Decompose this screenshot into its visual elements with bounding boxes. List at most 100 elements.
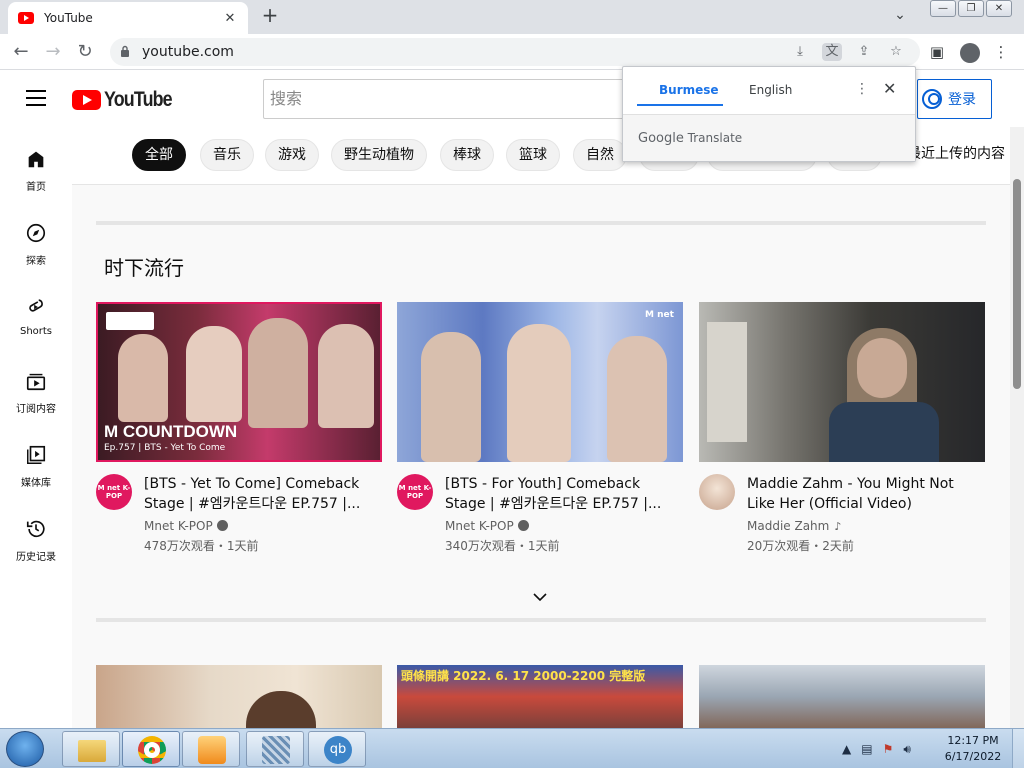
taskbar-qbittorrent-button[interactable]: qb [308, 731, 366, 767]
chip-baseball[interactable]: 棒球 [440, 139, 494, 171]
video-card[interactable]: M net M net K-POP [BTS - For Youth] Come… [397, 302, 683, 562]
window-controls: ⌄ — ❐ ✕ [886, 0, 1012, 28]
back-button[interactable]: ← [8, 39, 34, 65]
media-player-icon [198, 736, 226, 764]
video-card[interactable]: M COUNTDOWN Ep.757 | BTS - Yet To Come M… [96, 302, 382, 562]
translate-icon[interactable]: 文 [822, 43, 842, 61]
tab-search-icon[interactable]: ⌄ [886, 0, 914, 28]
chevron-down-icon[interactable] [532, 589, 548, 605]
video-stats: 20万次观看・2天前 [747, 539, 854, 553]
verified-icon [517, 520, 529, 531]
compass-icon [26, 223, 46, 243]
minimize-button[interactable]: — [930, 0, 956, 17]
reload-button[interactable]: ↻ [72, 39, 98, 65]
more-options-icon[interactable]: ⋮ [855, 81, 869, 97]
video-thumbnail[interactable]: 頭條開講 2022. 6. 17 2000-2200 完整版 [397, 665, 683, 728]
channel-name-text: Mnet K-POP [144, 519, 213, 533]
chip-all[interactable]: 全部 [132, 139, 186, 171]
new-tab-button[interactable]: + [258, 4, 282, 28]
taskbar-media-button[interactable] [182, 731, 240, 767]
chrome-icon [138, 736, 166, 764]
tab-close-icon[interactable]: ✕ [222, 11, 238, 26]
clock-time: 12:17 PM [947, 734, 999, 747]
side-panel-icon[interactable]: ▣ [924, 39, 950, 65]
youtube-favicon-icon [18, 12, 34, 24]
lock-icon [121, 45, 129, 57]
thumbnail-logo: M net [645, 310, 674, 320]
guide-item-shorts[interactable]: Shorts [0, 288, 72, 362]
windows-taskbar: qb ▲ ▤ ⚑ 🔊︎ 12:17 PM 6/17/2022 [0, 728, 1024, 768]
url-text: youtube.com [142, 44, 234, 60]
action-center-icon[interactable]: ⚑ [883, 742, 894, 756]
channel-name[interactable]: Maddie Zahm ♪ [747, 519, 841, 533]
scrollbar-thumb[interactable] [1013, 179, 1021, 389]
taskbar-explorer-button[interactable] [62, 731, 120, 767]
taskbar-chrome-button[interactable] [122, 731, 180, 767]
video-card[interactable]: Maddie Zahm - You Might Not Like Her (Of… [699, 302, 985, 562]
chip-basketball[interactable]: 篮球 [506, 139, 560, 171]
volume-icon[interactable]: 🔊︎ [903, 742, 911, 757]
guide-item-history[interactable]: 历史记录 [0, 510, 72, 584]
sign-in-button[interactable]: 登录 [917, 79, 992, 119]
video-title[interactable]: Maddie Zahm - You Might Not Like Her (Of… [747, 474, 979, 514]
taskbar-app-button[interactable] [246, 731, 304, 767]
sign-in-label: 登录 [948, 92, 976, 108]
translate-tab-target[interactable]: English [749, 83, 792, 97]
section-divider [96, 221, 986, 225]
close-window-button[interactable]: ✕ [986, 0, 1012, 17]
address-bar[interactable]: youtube.com ⤓ 文 ⇪ ☆ [110, 38, 920, 66]
channel-name[interactable]: Mnet K-POP [445, 519, 529, 533]
video-thumbnail[interactable]: M COUNTDOWN Ep.757 | BTS - Yet To Come [96, 302, 382, 462]
app-icon [262, 736, 290, 764]
chip-gaming[interactable]: 游戏 [265, 139, 319, 171]
browser-tab[interactable]: YouTube ✕ [8, 2, 248, 34]
menu-icon[interactable] [26, 90, 46, 106]
chip-music[interactable]: 音乐 [200, 139, 254, 171]
video-thumbnail[interactable]: M net [397, 302, 683, 462]
browser-toolbar: ← → ↻ youtube.com ⤓ 文 ⇪ ☆ ▣ ⋮ [0, 34, 1024, 70]
channel-avatar[interactable] [699, 474, 735, 510]
chip-wildlife[interactable]: 野生动植物 [331, 139, 427, 171]
maximize-button[interactable]: ❐ [958, 0, 984, 17]
show-desktop-button[interactable] [1012, 729, 1024, 768]
folder-icon [78, 740, 106, 762]
youtube-logo[interactable]: YouTube [72, 88, 184, 112]
guide-item-home[interactable]: 首页 [0, 140, 72, 214]
profile-avatar-icon[interactable] [960, 43, 980, 63]
network-icon[interactable]: ▤ [861, 742, 872, 756]
chip-nature[interactable]: 自然 [573, 139, 627, 171]
translate-tab-source[interactable]: Burmese [659, 83, 719, 97]
thumbnail-caption: 頭條開講 2022. 6. 17 2000-2200 完整版 [401, 669, 646, 683]
section-divider [96, 618, 986, 622]
subscriptions-icon [26, 373, 46, 391]
guide-item-subscriptions[interactable]: 订阅内容 [0, 362, 72, 436]
share-icon[interactable]: ⇪ [854, 43, 874, 61]
browser-tabstrip: YouTube ✕ + ⌄ — ❐ ✕ [0, 0, 1024, 34]
page-scrollbar[interactable] [1010, 127, 1024, 728]
guide-label: 订阅内容 [16, 404, 56, 415]
browser-menu-icon[interactable]: ⋮ [988, 39, 1014, 65]
start-button[interactable] [6, 731, 44, 767]
video-thumbnail[interactable] [699, 665, 985, 728]
channel-avatar[interactable]: M net K-POP [397, 474, 433, 510]
video-title[interactable]: [BTS - Yet To Come] Comeback Stage | #엠카… [144, 474, 376, 514]
tray-expand-icon[interactable]: ▲ [842, 742, 851, 756]
brand-translate: Translate [687, 131, 743, 145]
video-thumbnail[interactable] [96, 665, 382, 728]
bookmark-star-icon[interactable]: ☆ [886, 43, 906, 61]
forward-button[interactable]: → [40, 39, 66, 65]
google-translate-brand: Google Translate [638, 131, 742, 146]
channel-avatar[interactable]: M net K-POP [96, 474, 132, 510]
guide-item-explore[interactable]: 探索 [0, 214, 72, 288]
brand-google: Google [638, 131, 684, 146]
search-input[interactable]: 搜索 [263, 79, 643, 119]
channel-name[interactable]: Mnet K-POP [144, 519, 228, 533]
close-icon[interactable]: ✕ [883, 79, 896, 98]
video-title[interactable]: [BTS - For Youth] Comeback Stage | #엠카운트… [445, 474, 677, 514]
taskbar-clock[interactable]: 12:17 PM 6/17/2022 [940, 733, 1006, 765]
guide-item-library[interactable]: 媒体库 [0, 436, 72, 510]
guide-label: 探索 [26, 256, 46, 267]
home-icon [28, 151, 44, 168]
video-thumbnail[interactable] [699, 302, 985, 462]
install-app-icon[interactable]: ⤓ [790, 43, 810, 61]
